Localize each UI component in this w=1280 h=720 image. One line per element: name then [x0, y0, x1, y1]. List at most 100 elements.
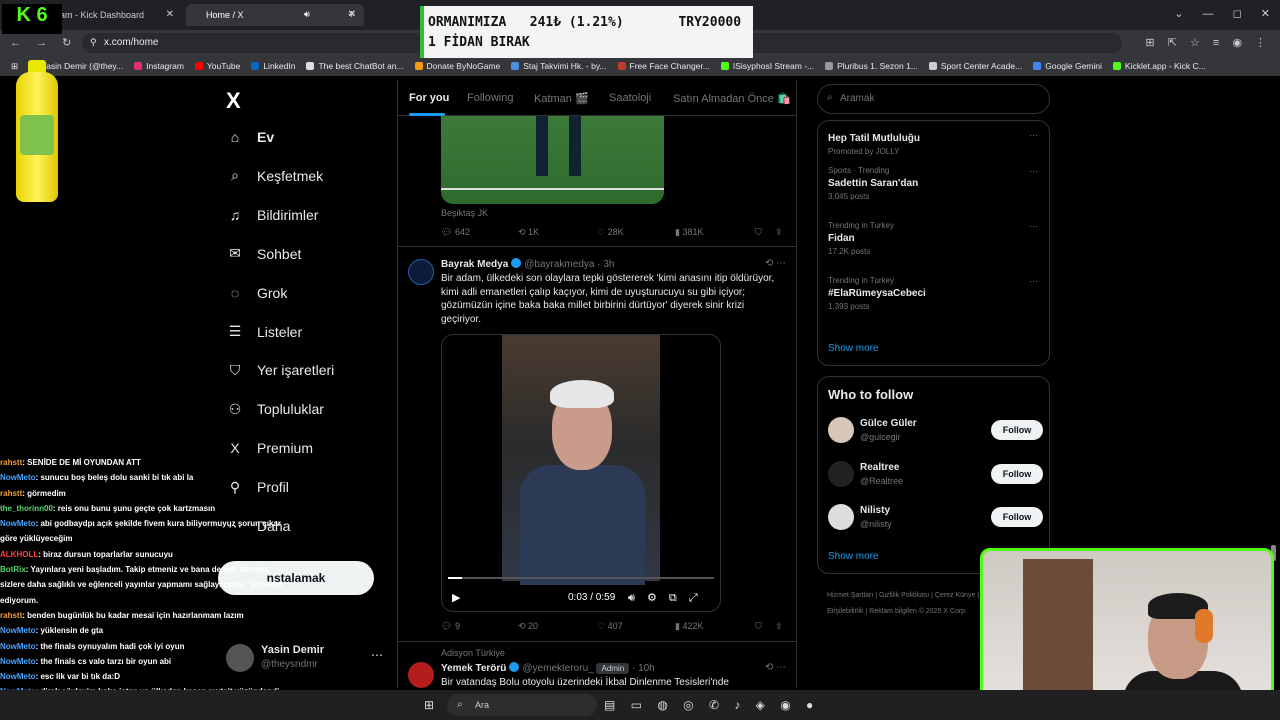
tab-satin-almadan[interactable]: Satın Almadan Önce 🛍️ [673, 92, 791, 105]
sidebar-item-5[interactable]: ☰ Listeler [226, 323, 302, 341]
chat-username[interactable]: BotRix [0, 565, 26, 574]
chat-username[interactable]: NowMeto [0, 519, 36, 528]
bookmark-item[interactable]: Instagram [134, 61, 184, 71]
taskbar-icons[interactable]: ⊞ [424, 698, 434, 712]
sidebar-item-0[interactable]: ⌂ Ev [226, 128, 274, 146]
footer-links[interactable]: Hizmet Şartları | Gizlilik Politikası | … [827, 588, 997, 620]
sidebar-item-1[interactable]: ⌕ Keşfetmek [226, 167, 323, 185]
chat-username[interactable]: NowMeto [0, 672, 36, 681]
tab-kick-dashboard[interactable]: am - Kick Dashboard ✕ [50, 4, 182, 26]
browser-actions[interactable]: ⊞ ⇱ ☆ ≡ ◉ ⋮ [1145, 36, 1266, 49]
bookmark-item[interactable]: Pluribus 1. Sezon 1... [825, 61, 918, 71]
chat-username[interactable]: NowMeto [0, 642, 36, 651]
bookmark-item[interactable]: YouTube [194, 61, 240, 71]
bookmark-item[interactable]: The best ChatBot an... [306, 61, 404, 71]
bookmark-item[interactable]: Staj Takvimi Hk. - by... [511, 61, 607, 71]
site-info-icon[interactable]: ⚲ [90, 37, 97, 48]
wtf-name[interactable]: Gülce Güler [860, 418, 917, 429]
video-controls[interactable]: 🔊︎ ⚙ ⧉ ⤢ [628, 591, 698, 605]
bookmark-item[interactable]: Free Face Changer... [617, 61, 710, 71]
share-icon[interactable]: ⇪ [775, 621, 783, 632]
more-icon[interactable]: ⋯ [1029, 166, 1038, 177]
chat-username[interactable]: ALKHOLL [0, 550, 38, 559]
views-button[interactable]: ▮ 422K [675, 621, 703, 632]
video-player[interactable]: ▶ 0:03 / 0:59 🔊︎ ⚙ ⧉ ⤢ [441, 334, 721, 612]
pinned-apps[interactable]: ▤ ▭ ◍ ◎ ✆ ♪ ◈ ◉ ● [604, 698, 813, 712]
views-button[interactable]: ▮ 381K [675, 227, 703, 238]
close-icon[interactable]: ✕ [166, 9, 174, 20]
tab-katman[interactable]: Katman 🎬 [534, 92, 589, 105]
like-button[interactable]: ♡ 407 [597, 621, 623, 632]
taskbar-search[interactable]: ⌕ Ara [447, 694, 597, 716]
post-bayrak-medya[interactable]: Bayrak Medya @bayrakmedya · 3h ⟲ ⋯ Bir ad… [398, 246, 796, 641]
video-progress-bar[interactable] [448, 577, 714, 579]
trend-item[interactable]: Trending in Turkey #ElaRümeysaCebeci 1,393… [828, 276, 1038, 311]
more-icon[interactable]: ⋯ [1029, 130, 1038, 141]
follow-button[interactable]: Follow [991, 420, 1043, 440]
bookmark-item[interactable]: Donate ByNoGame [414, 61, 500, 71]
tab-home-x[interactable]: Home / X 🔊︎ ✕ [186, 4, 364, 26]
trend-item[interactable]: Sports · Trending Sadettin Saran'dan 3,045… [828, 166, 1038, 201]
repost-button[interactable]: ⟲ 20 [518, 621, 538, 632]
trend-item[interactable]: Trending in Turkey Fidan 17.2K posts ⋯ [828, 221, 1038, 256]
more-icon[interactable]: ⟲ ⋯ [765, 662, 786, 673]
post-image[interactable] [441, 116, 664, 204]
author-name[interactable]: Yemek Terörü [441, 663, 506, 674]
avatar[interactable] [828, 460, 854, 487]
repost-button[interactable]: ⟲ 1K [518, 227, 539, 238]
search-input[interactable]: ⌕ Aramak [817, 84, 1050, 114]
bookmark-item[interactable]: Sport Center Acade... [928, 61, 1022, 71]
show-more-link[interactable]: Show more [828, 551, 879, 562]
avatar[interactable] [828, 504, 854, 530]
reply-button[interactable]: 💬︎ 642 [441, 227, 470, 238]
wtf-name[interactable]: Nilisty [860, 505, 890, 516]
tab-following[interactable]: Following [467, 92, 513, 104]
author-name[interactable]: Bayrak Medya [441, 259, 508, 270]
bookmark-item[interactable]: Kicklet.app - Kick C... [1112, 61, 1206, 71]
more-icon[interactable]: ⋯ [1029, 221, 1038, 232]
bookmark-icon[interactable]: ⛉ [755, 621, 762, 632]
avatar[interactable] [408, 662, 434, 688]
chat-username[interactable]: NowMeto [0, 626, 36, 635]
sidebar-item-3[interactable]: ✉ Sohbet [226, 245, 301, 263]
new-tab-icon[interactable]: + [348, 7, 355, 21]
wtf-name[interactable]: Realtree [860, 462, 899, 473]
like-button[interactable]: ♡ 28K [597, 227, 624, 238]
wtf-item[interactable]: Nilisty @nilisty Follow [828, 504, 1043, 534]
show-more-link[interactable]: Show more [828, 343, 879, 354]
chat-username[interactable]: rahstt [0, 458, 22, 467]
post-yemek-teroru[interactable]: Adisyon Türkiye Yemek Terörü @yemekteroru… [398, 641, 796, 688]
nav-buttons[interactable]: ← → ↻ [10, 36, 71, 49]
sidebar-item-2[interactable]: ♫ Bildirimler [226, 206, 319, 224]
share-icon[interactable]: ⇪ [775, 227, 783, 238]
wtf-item[interactable]: Realtree @Realtree Follow [828, 460, 1043, 491]
sidebar-item-6[interactable]: ⛉ Yer işaretleri [226, 361, 335, 379]
chat-username[interactable]: NowMeto [0, 473, 36, 482]
x-logo-icon[interactable]: X [226, 88, 241, 114]
follow-button[interactable]: Follow [991, 463, 1043, 484]
sidebar-item-7[interactable]: ⚇ Topluluklar [226, 400, 324, 418]
tab-for-you[interactable]: For you [409, 92, 449, 104]
speaker-icon[interactable]: 🔊︎ [304, 9, 310, 20]
avatar[interactable] [408, 259, 434, 285]
reply-button[interactable]: 💬︎ 9 [441, 621, 460, 632]
chat-username[interactable]: the_thorinn00 [0, 504, 53, 513]
chat-username[interactable]: NowMeto [0, 657, 36, 666]
follow-button[interactable]: Follow [991, 507, 1043, 527]
window-controls[interactable]: ⌄ — ◻ ✕ [1174, 7, 1270, 20]
avatar[interactable] [828, 417, 854, 443]
play-icon[interactable]: ▶ [452, 591, 460, 604]
more-icon[interactable]: ⋯ [1029, 276, 1038, 287]
bookmark-item[interactable]: ISisyphosI Stream -... [720, 61, 814, 71]
wtf-item[interactable]: Gülce Güler @gulcegir Follow [828, 417, 1043, 447]
chat-username[interactable]: rahstt [0, 611, 22, 620]
sidebar-item-4[interactable]: ◌ Grok [226, 284, 288, 302]
more-icon[interactable]: ⋯ [371, 648, 383, 662]
more-icon[interactable]: ⟲ ⋯ [765, 258, 786, 269]
bookmark-item[interactable]: Google Gemini [1033, 61, 1102, 71]
tab-saatoloji[interactable]: Saatoloji [609, 92, 651, 104]
bookmark-icon[interactable]: ⛉ [755, 227, 762, 238]
trend-item[interactable]: Hep Tatil Mutluluğu Promoted by JOLLY ⋯ [828, 130, 1038, 156]
bookmark-item[interactable]: LinkedIn [251, 61, 295, 71]
chat-username[interactable]: rahstt [0, 489, 22, 498]
